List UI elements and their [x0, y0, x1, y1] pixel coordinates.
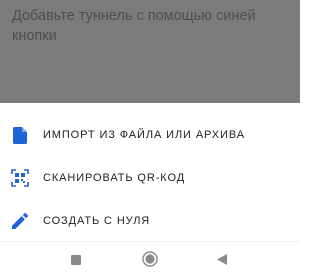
empty-state-hint: Добавьте туннель с помощью синей кнопки [12, 8, 256, 44]
scan-qr-code-label: СКАНИРОВАТЬ QR-КОД [43, 172, 186, 184]
import-from-file-option[interactable]: ИМПОРТ ИЗ ФАЙЛА ИЛИ АРХИВА [0, 115, 300, 155]
dimmed-background[interactable]: Добавьте туннель с помощью синей кнопки [0, 0, 300, 103]
home-button[interactable] [140, 250, 160, 272]
qr-code-icon [11, 169, 29, 187]
back-icon [217, 252, 227, 270]
scan-qr-code-option[interactable]: СКАНИРОВАТЬ QR-КОД [0, 158, 300, 198]
add-tunnel-bottom-sheet: ИМПОРТ ИЗ ФАЙЛА ИЛИ АРХИВА СКАНИРОВАТЬ Q… [0, 103, 300, 241]
recents-button[interactable] [66, 251, 86, 271]
import-from-file-label: ИМПОРТ ИЗ ФАЙЛА ИЛИ АРХИВА [43, 129, 245, 141]
file-icon [11, 126, 29, 144]
home-icon [142, 250, 158, 272]
screen: Добавьте туннель с помощью синей кнопки … [0, 0, 300, 279]
back-button[interactable] [212, 251, 232, 271]
system-navigation-bar [0, 241, 300, 279]
pencil-icon [11, 212, 29, 230]
create-from-scratch-option[interactable]: СОЗДАТЬ С НУЛЯ [0, 201, 300, 241]
recents-icon [71, 252, 81, 270]
create-from-scratch-label: СОЗДАТЬ С НУЛЯ [43, 215, 151, 227]
